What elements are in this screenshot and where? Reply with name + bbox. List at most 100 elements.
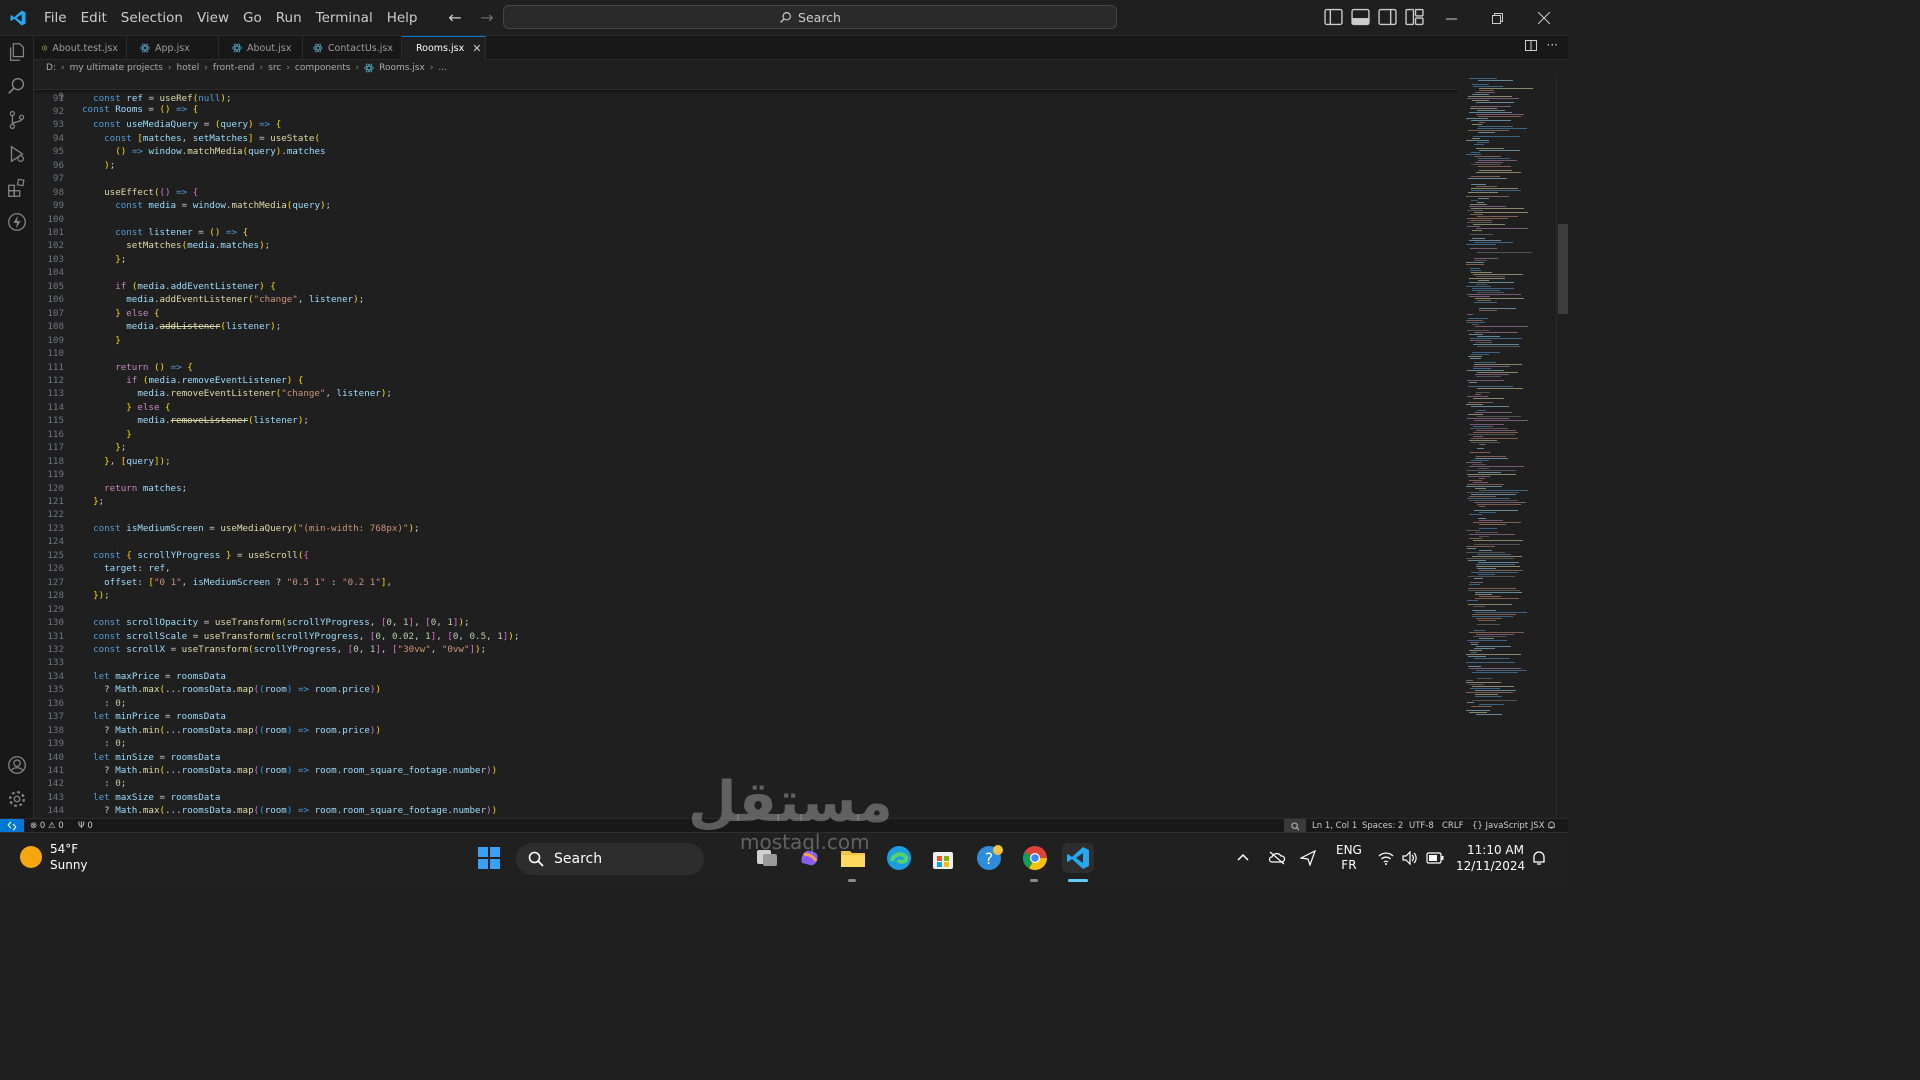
menu-selection[interactable]: Selection	[114, 0, 190, 36]
line-number: 124	[47, 536, 64, 548]
indentation[interactable]: Spaces: 2	[1362, 819, 1403, 833]
menu-terminal[interactable]: Terminal	[309, 0, 380, 36]
chrome-icon[interactable]	[1020, 843, 1050, 873]
code-line: }	[126, 428, 132, 440]
vertical-scrollbar[interactable]	[1556, 76, 1568, 818]
minimap-line	[1466, 404, 1483, 405]
toggle-primary-sidebar-icon[interactable]	[1324, 8, 1343, 26]
onedrive-offline-icon[interactable]	[1268, 833, 1286, 883]
minimize-button[interactable]	[1428, 0, 1474, 36]
code-line: const scrollScale = useTransform(scrollY…	[93, 630, 520, 642]
minimap-line	[1476, 670, 1527, 671]
end-of-line[interactable]: CRLF	[1442, 819, 1463, 833]
customize-layout-icon[interactable]	[1405, 8, 1424, 26]
cursor-position[interactable]: Ln 1, Col 1	[1312, 819, 1357, 833]
restore-button[interactable]	[1474, 0, 1520, 36]
weather-widget[interactable]: 54°F Sunny	[20, 841, 88, 873]
sticky-scroll-header[interactable]: 9 const Rooms = () => {	[34, 76, 1458, 115]
minimap-line	[1476, 102, 1514, 103]
menu-go[interactable]: Go	[236, 0, 269, 36]
microsoft-store-icon[interactable]	[928, 843, 958, 873]
minimap[interactable]	[1458, 76, 1556, 818]
tab-label: App.jsx	[155, 42, 190, 54]
forward-arrow-icon[interactable]: →	[476, 8, 498, 27]
notifications-bell-icon[interactable]	[1547, 819, 1556, 833]
ports-indicator[interactable]: Ψ 0	[78, 819, 93, 833]
breadcrumb-item[interactable]: Rooms.jsx	[379, 63, 425, 73]
minimap-line	[1470, 248, 1497, 249]
thunder-client-icon[interactable]	[6, 211, 28, 233]
breadcrumb-item[interactable]: hotel	[177, 63, 200, 73]
back-arrow-icon[interactable]: ←	[444, 8, 466, 27]
minimap-line	[1469, 480, 1482, 481]
minimap-line	[1473, 426, 1493, 427]
menu-run[interactable]: Run	[269, 0, 309, 36]
minimap-line	[1466, 462, 1482, 463]
minimap-line	[1469, 712, 1487, 713]
edge-browser-icon[interactable]	[884, 843, 914, 873]
encoding[interactable]: UTF-8	[1409, 819, 1434, 833]
minimap-line	[1478, 126, 1513, 127]
wifi-icon[interactable]	[1378, 833, 1394, 883]
source-control-icon[interactable]	[6, 109, 28, 131]
close-tab-icon[interactable]: ✕	[472, 42, 481, 55]
problems-indicator[interactable]: ⊗ 0 ⚠ 0	[30, 819, 64, 833]
breadcrumb-item[interactable]: front-end	[213, 63, 255, 73]
warning-count: 0	[58, 821, 64, 831]
taskbar-search[interactable]: Search	[516, 843, 704, 875]
extensions-icon[interactable]	[6, 177, 28, 199]
language-mode[interactable]: {} JavaScript JSX	[1472, 819, 1545, 833]
breadcrumb-item[interactable]: my ultimate projects	[70, 63, 163, 73]
line-number: 126	[47, 563, 64, 575]
code-line: offset: ["0 1", isMediumScreen ? "0.5 1"…	[104, 576, 392, 588]
notification-bell-icon[interactable]	[1532, 833, 1546, 883]
toggle-secondary-sidebar-icon[interactable]	[1378, 8, 1397, 26]
minimap-line	[1479, 150, 1520, 151]
tab-about[interactable]: About.jsx	[219, 36, 303, 60]
code-editor[interactable]: 9 const Rooms = () => { 91 const ref = u…	[34, 76, 1458, 818]
minimap-line	[1466, 118, 1488, 119]
settings-gear-icon[interactable]	[6, 788, 28, 810]
minimap-line	[1479, 444, 1486, 445]
breadcrumb-item[interactable]: src	[268, 63, 281, 73]
tab-rooms[interactable]: Rooms.jsx ✕	[402, 36, 486, 60]
start-button[interactable]	[474, 843, 504, 873]
minimap-line	[1466, 486, 1502, 487]
vscode-taskbar-icon[interactable]	[1062, 843, 1094, 873]
scrollbar-thumb[interactable]	[1558, 224, 1568, 314]
menu-view[interactable]: View	[190, 0, 236, 36]
toggle-panel-icon[interactable]	[1351, 8, 1370, 26]
run-debug-icon[interactable]	[6, 143, 28, 165]
breadcrumb-item[interactable]: D:	[46, 63, 56, 73]
search-icon[interactable]	[6, 75, 28, 97]
system-clock[interactable]: 11:10 AM 12/11/2024	[1456, 842, 1525, 874]
input-language-indicator[interactable]: ENG FR	[1336, 843, 1362, 873]
minimap-line	[1473, 366, 1510, 367]
close-window-button[interactable]	[1521, 0, 1567, 36]
command-center-search[interactable]: Search	[503, 5, 1117, 29]
show-hidden-icons-chevron-icon[interactable]	[1236, 833, 1250, 883]
send-arrow-icon[interactable]	[1300, 833, 1316, 883]
minimap-line	[1474, 156, 1501, 157]
volume-icon[interactable]	[1402, 833, 1418, 883]
battery-icon[interactable]	[1426, 833, 1444, 883]
breadcrumb-item[interactable]: components	[295, 63, 351, 73]
tab-contactus[interactable]: ContactUs.jsx	[303, 36, 402, 60]
menu-edit[interactable]: Edit	[74, 0, 114, 36]
tab-about-test[interactable]: About.test.jsx	[34, 36, 127, 60]
breadcrumb-item[interactable]: ...	[438, 63, 447, 73]
explorer-icon[interactable]	[6, 41, 28, 63]
minimap-line	[1469, 278, 1505, 279]
more-actions-icon[interactable]: ···	[1547, 39, 1558, 51]
split-editor-icon[interactable]	[1524, 40, 1537, 51]
get-help-icon[interactable]: ?	[974, 843, 1004, 873]
menu-file[interactable]: File	[37, 0, 74, 36]
tab-app[interactable]: App.jsx	[127, 36, 219, 60]
minimap-line	[1472, 138, 1480, 139]
zoom-icon[interactable]	[1284, 819, 1306, 833]
remote-indicator-icon[interactable]	[0, 819, 24, 833]
minimap-line	[1466, 710, 1490, 711]
line-number: 141	[47, 765, 64, 776]
accounts-icon[interactable]	[6, 754, 28, 776]
menu-help[interactable]: Help	[380, 0, 425, 36]
